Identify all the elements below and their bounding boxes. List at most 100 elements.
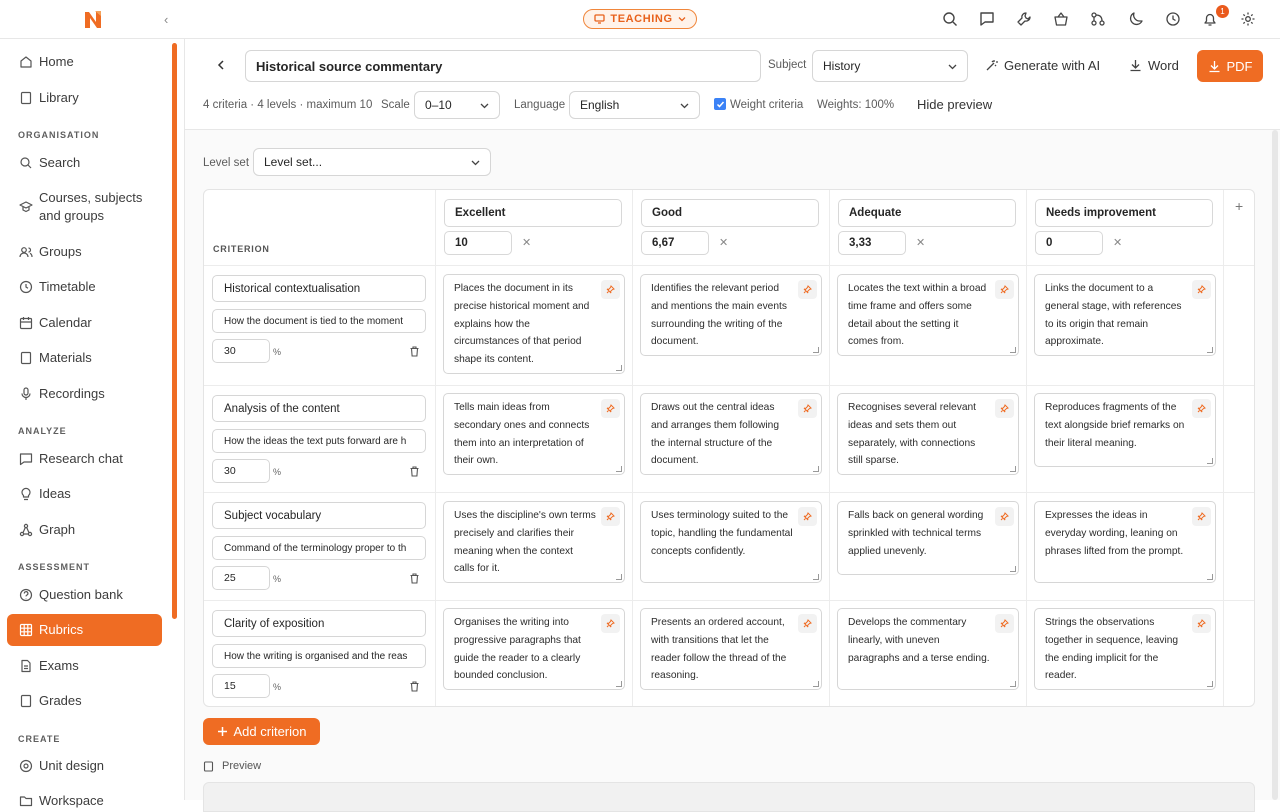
level-score-input[interactable]: 6,67 — [641, 231, 709, 255]
pin-icon[interactable] — [601, 614, 620, 633]
sidebar-item-graph[interactable]: Graph — [7, 521, 162, 539]
trash-icon[interactable] — [409, 466, 420, 477]
remove-level-icon[interactable]: ✕ — [1113, 236, 1122, 249]
remove-level-icon[interactable]: ✕ — [916, 236, 925, 249]
descriptor-cell[interactable]: Falls back on general wording sprinkled … — [837, 501, 1019, 575]
sidebar-item-courses[interactable]: Courses, subjects and groups — [7, 189, 162, 225]
sidebar-item-exams[interactable]: Exams — [7, 657, 162, 675]
wrench-icon[interactable] — [1016, 11, 1032, 27]
back-arrow-icon[interactable] — [216, 60, 226, 70]
resize-handle[interactable] — [813, 347, 819, 353]
sidebar-item-home[interactable]: Home — [7, 53, 162, 71]
descriptor-cell[interactable]: Strings the observations together in seq… — [1034, 608, 1216, 690]
app-logo[interactable] — [84, 10, 102, 29]
sidebar-item-rubrics[interactable]: Rubrics — [7, 614, 162, 646]
criterion-weight-input[interactable]: 30 — [212, 339, 270, 363]
descriptor-cell[interactable]: Draws out the central ideas and arranges… — [640, 393, 822, 475]
sidebar-item-recordings[interactable]: Recordings — [7, 385, 162, 403]
criterion-weight-input[interactable]: 15 — [212, 674, 270, 698]
resize-handle[interactable] — [813, 574, 819, 580]
level-name-input[interactable]: Needs improvement — [1035, 199, 1213, 227]
add-criterion-button[interactable]: Add criterion — [203, 718, 320, 745]
moon-icon[interactable] — [1128, 11, 1144, 27]
resize-handle[interactable] — [1207, 574, 1213, 580]
pin-icon[interactable] — [798, 507, 817, 526]
pin-icon[interactable] — [601, 280, 620, 299]
pin-icon[interactable] — [1192, 507, 1211, 526]
sidebar-item-library[interactable]: Library — [7, 89, 162, 107]
resize-handle[interactable] — [1207, 458, 1213, 464]
bag-icon[interactable] — [1053, 11, 1069, 27]
pin-icon[interactable] — [995, 399, 1014, 418]
resize-handle[interactable] — [1010, 466, 1016, 472]
criterion-name-input[interactable]: Analysis of the content — [212, 395, 426, 422]
resize-handle[interactable] — [1010, 681, 1016, 687]
descriptor-cell[interactable]: Reproduces fragments of the text alongsi… — [1034, 393, 1216, 467]
clock-icon[interactable] — [1165, 11, 1181, 27]
level-name-input[interactable]: Good — [641, 199, 819, 227]
pin-icon[interactable] — [798, 399, 817, 418]
sidebar-item-search[interactable]: Search — [7, 154, 162, 172]
pin-icon[interactable] — [1192, 399, 1211, 418]
trash-icon[interactable] — [409, 681, 420, 692]
sidebar-item-ideas[interactable]: Ideas — [7, 485, 162, 503]
sidebar-scrollbar[interactable] — [172, 43, 177, 619]
trash-icon[interactable] — [409, 573, 420, 584]
descriptor-cell[interactable]: Links the document to a general stage, w… — [1034, 274, 1216, 356]
descriptor-cell[interactable]: Presents an ordered account, with transi… — [640, 608, 822, 690]
criterion-description-input[interactable]: How the document is tied to the moment — [212, 309, 426, 333]
criterion-weight-input[interactable]: 30 — [212, 459, 270, 483]
sidebar-item-question-bank[interactable]: Question bank — [7, 586, 162, 604]
sidebar-item-groups[interactable]: Groups — [7, 243, 162, 261]
resize-handle[interactable] — [813, 681, 819, 687]
criterion-name-input[interactable]: Clarity of exposition — [212, 610, 426, 637]
level-name-input[interactable]: Adequate — [838, 199, 1016, 227]
descriptor-cell[interactable]: Recognises several relevant ideas and se… — [837, 393, 1019, 475]
descriptor-cell[interactable]: Tells main ideas from secondary ones and… — [443, 393, 625, 475]
remove-level-icon[interactable]: ✕ — [522, 236, 531, 249]
export-pdf-button[interactable]: PDF — [1197, 50, 1263, 82]
descriptor-cell[interactable]: Places the document in its precise histo… — [443, 274, 625, 374]
criterion-weight-input[interactable]: 25 — [212, 566, 270, 590]
resize-handle[interactable] — [1010, 347, 1016, 353]
scale-select[interactable]: 0–10 — [414, 91, 500, 119]
resize-handle[interactable] — [616, 365, 622, 371]
trash-icon[interactable] — [409, 346, 420, 357]
descriptor-cell[interactable]: Locates the text within a broad time fra… — [837, 274, 1019, 356]
gear-icon[interactable] — [1240, 11, 1256, 27]
pin-icon[interactable] — [1192, 614, 1211, 633]
resize-handle[interactable] — [616, 466, 622, 472]
descriptor-cell[interactable]: Develops the commentary linearly, with u… — [837, 608, 1019, 690]
resize-handle[interactable] — [616, 574, 622, 580]
language-select[interactable]: English — [569, 91, 700, 119]
level-score-input[interactable]: 0 — [1035, 231, 1103, 255]
descriptor-cell[interactable]: Uses the discipline's own terms precisel… — [443, 501, 625, 583]
collapse-sidebar-icon[interactable]: ‹ — [164, 12, 168, 27]
export-word-button[interactable]: Word — [1129, 58, 1179, 73]
criterion-description-input[interactable]: How the writing is organised and the rea… — [212, 644, 426, 668]
pin-icon[interactable] — [995, 280, 1014, 299]
resize-handle[interactable] — [616, 681, 622, 687]
pin-icon[interactable] — [1192, 280, 1211, 299]
add-level-button[interactable]: + — [1235, 198, 1243, 214]
criterion-name-input[interactable]: Subject vocabulary — [212, 502, 426, 529]
level-score-input[interactable]: 10 — [444, 231, 512, 255]
pin-icon[interactable] — [601, 507, 620, 526]
sidebar-item-calendar[interactable]: Calendar — [7, 314, 162, 332]
hide-preview-button[interactable]: Hide preview — [917, 97, 992, 112]
pin-icon[interactable] — [995, 614, 1014, 633]
mode-switcher[interactable]: TEACHING — [583, 9, 697, 29]
sidebar-item-research-chat[interactable]: Research chat — [7, 450, 162, 468]
criterion-name-input[interactable]: Historical contextualisation — [212, 275, 426, 302]
pin-icon[interactable] — [798, 280, 817, 299]
level-name-input[interactable]: Excellent — [444, 199, 622, 227]
criterion-description-input[interactable]: Command of the terminology proper to th — [212, 536, 426, 560]
sidebar-item-workspace[interactable]: Workspace — [7, 792, 162, 810]
sidebar-item-materials[interactable]: Materials — [7, 349, 162, 367]
resize-handle[interactable] — [813, 466, 819, 472]
resize-handle[interactable] — [1207, 347, 1213, 353]
generate-ai-button[interactable]: Generate with AI — [985, 58, 1100, 73]
sidebar-item-timetable[interactable]: Timetable — [7, 278, 162, 296]
pin-icon[interactable] — [995, 507, 1014, 526]
sidebar-item-grades[interactable]: Grades — [7, 692, 162, 710]
